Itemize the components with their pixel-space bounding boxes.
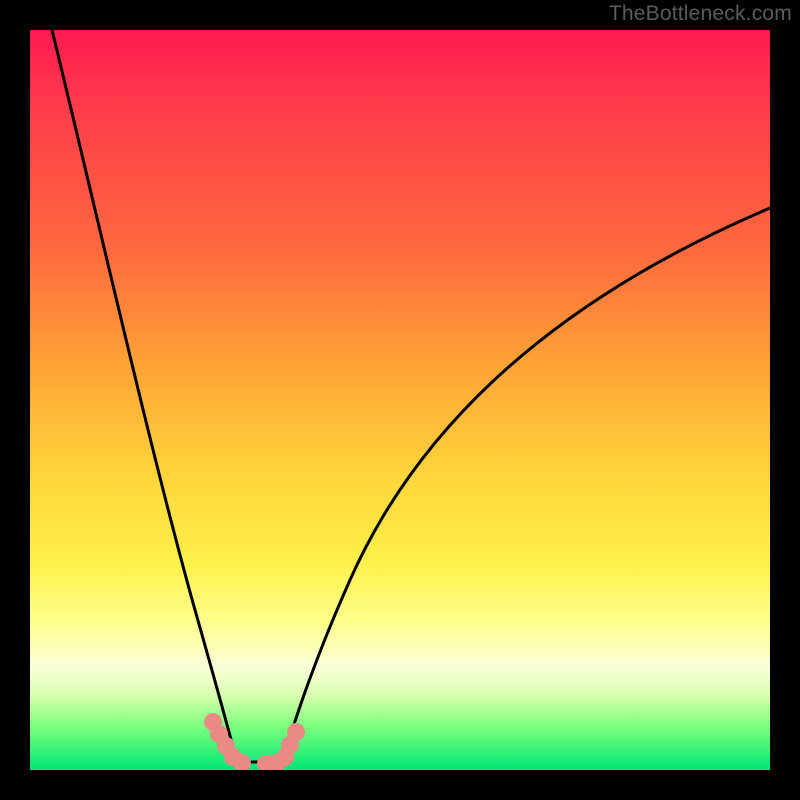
- chart-frame: TheBottleneck.com: [0, 0, 800, 800]
- plot-area: [30, 30, 770, 770]
- bottleneck-curve: [30, 30, 770, 770]
- watermark-text: TheBottleneck.com: [609, 2, 792, 26]
- curve-path: [52, 30, 770, 762]
- marker-dot: [287, 723, 305, 741]
